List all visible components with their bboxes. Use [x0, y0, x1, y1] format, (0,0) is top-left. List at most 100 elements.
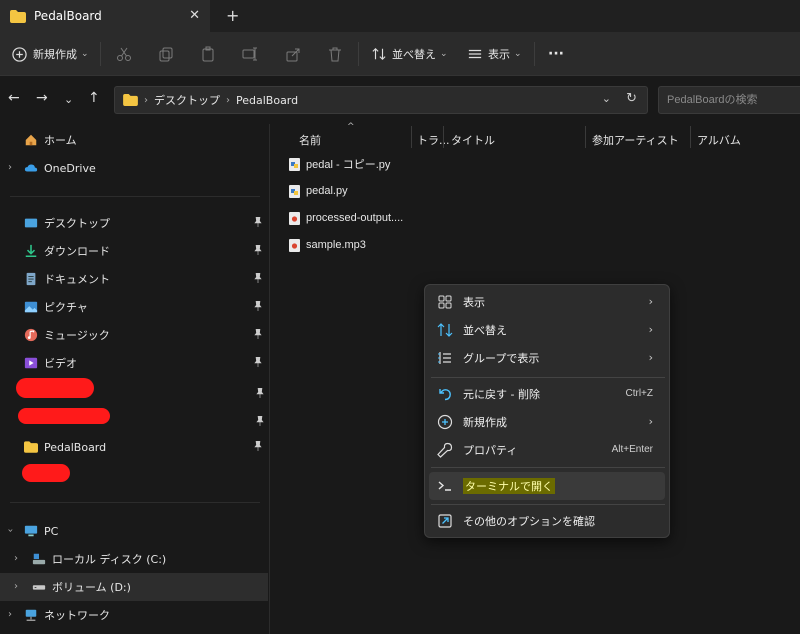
- sidebar-item-home[interactable]: ホーム: [0, 126, 268, 154]
- sidebar-divider: [10, 502, 260, 503]
- clipboard-icon: [202, 46, 214, 62]
- download-icon: [25, 244, 37, 258]
- forward-arrow-icon[interactable]: →: [36, 90, 48, 106]
- menu-item-properties[interactable]: プロパティ Alt+Enter: [429, 436, 665, 464]
- folder-icon: [24, 441, 38, 453]
- column-header-name[interactable]: 名前: [299, 130, 321, 152]
- sort-button[interactable]: 並べ替え ⌄: [372, 32, 448, 76]
- copy-icon: [159, 47, 173, 62]
- chevron-down-icon[interactable]: ›: [5, 529, 16, 533]
- menu-item-group-by[interactable]: グループで表示 ›: [429, 344, 665, 372]
- chevron-right-icon[interactable]: ›: [14, 553, 18, 564]
- menu-item-label: ターミナルで開く: [463, 478, 555, 494]
- menu-item-view[interactable]: 表示 ›: [429, 288, 665, 316]
- sidebar-item-network[interactable]: › ネットワーク: [0, 601, 268, 629]
- pin-icon[interactable]: [254, 217, 262, 227]
- file-name: pedal - コピー.py: [306, 159, 391, 171]
- toolbar-divider: [534, 42, 535, 66]
- sidebar-item-music[interactable]: ミュージック: [0, 321, 268, 349]
- refresh-icon[interactable]: ↻: [626, 91, 637, 106]
- menu-item-show-more-options[interactable]: その他のオプションを確認: [429, 507, 665, 535]
- sidebar-item-onedrive[interactable]: › OneDrive: [0, 154, 268, 182]
- sidebar-item-videos[interactable]: ビデオ: [0, 349, 268, 377]
- sidebar-item-label: OneDrive: [44, 161, 96, 175]
- column-header-album[interactable]: アルバム: [697, 130, 741, 152]
- menu-item-shortcut: Ctrl+Z: [625, 388, 654, 399]
- pin-icon[interactable]: [256, 388, 264, 398]
- cut-button[interactable]: [116, 32, 132, 76]
- sidebar-item-downloads[interactable]: ダウンロード: [0, 237, 268, 265]
- breadcrumb-pedalboard[interactable]: PedalBoard: [236, 94, 298, 107]
- column-header-artist[interactable]: 参加アーティスト: [592, 130, 679, 152]
- share-button[interactable]: [285, 32, 301, 76]
- file-row[interactable]: pedal.py: [289, 179, 348, 203]
- menu-item-undo-delete[interactable]: 元に戻す - 削除 Ctrl+Z: [429, 380, 665, 408]
- terminal-icon: [438, 481, 451, 491]
- view-button-label: 表示: [488, 48, 510, 61]
- sidebar-item-pictures[interactable]: ピクチャ: [0, 293, 268, 321]
- menu-item-shortcut: Alt+Enter: [611, 444, 653, 455]
- sidebar-item-documents[interactable]: ドキュメント: [0, 265, 268, 293]
- menu-item-sort[interactable]: 並べ替え ›: [429, 316, 665, 344]
- copy-button[interactable]: [158, 32, 174, 76]
- new-tab-button[interactable]: +: [226, 6, 239, 25]
- rename-button[interactable]: [242, 32, 258, 76]
- chevron-right-icon[interactable]: ›: [14, 581, 18, 592]
- sidebar-item-desktop[interactable]: デスクトップ: [0, 209, 268, 237]
- paste-button[interactable]: [200, 32, 216, 76]
- column-divider[interactable]: [443, 126, 444, 148]
- pin-icon[interactable]: [254, 301, 262, 311]
- address-dropdown-icon[interactable]: ⌄: [602, 92, 611, 105]
- sidebar-item-pc[interactable]: › PC: [0, 517, 268, 545]
- close-tab-icon[interactable]: ✕: [189, 8, 200, 23]
- pin-icon[interactable]: [254, 273, 262, 283]
- pin-icon[interactable]: [254, 329, 262, 339]
- folder-icon: [10, 9, 26, 23]
- sort-ascending-icon: ^: [347, 122, 355, 132]
- sidebar-item-local-disk-c[interactable]: › ローカル ディスク (C:): [0, 545, 268, 573]
- sidebar-item-volume-d[interactable]: › ボリューム (D:): [0, 573, 268, 601]
- more-options-button[interactable]: ···: [548, 32, 564, 76]
- file-row[interactable]: sample.mp3: [289, 233, 366, 257]
- sidebar-item-label: PedalBoard: [44, 440, 107, 454]
- pin-icon[interactable]: [254, 357, 262, 367]
- sidebar-item-label: デスクトップ: [44, 217, 110, 230]
- new-button[interactable]: 新規作成 ⌄: [12, 32, 89, 76]
- sidebar-item-pedalboard[interactable]: PedalBoard: [0, 433, 268, 461]
- python-file-icon: [289, 184, 300, 198]
- picture-icon: [24, 301, 38, 313]
- file-row[interactable]: processed-output....: [289, 206, 403, 230]
- column-header-title[interactable]: タイトル: [451, 130, 495, 152]
- menu-item-new[interactable]: 新規作成 ›: [429, 408, 665, 436]
- pin-icon[interactable]: [254, 441, 262, 451]
- file-row[interactable]: pedal - コピー.py: [289, 152, 390, 176]
- address-bar[interactable]: › デスクトップ › PedalBoard ⌄ ↻: [114, 86, 648, 114]
- column-header-track[interactable]: トラ...: [417, 130, 450, 152]
- menu-item-label: 表示: [463, 296, 485, 309]
- breadcrumb-desktop[interactable]: デスクトップ: [154, 92, 220, 108]
- column-divider[interactable]: [411, 126, 412, 148]
- group-list-icon: [438, 352, 451, 364]
- context-menu: 表示 › 並べ替え › グループで表示 › 元に戻す - 削除 Ctrl+Z 新…: [424, 284, 670, 538]
- search-input[interactable]: PedalBoardの検索: [658, 86, 800, 114]
- chevron-down-icon: ⌄: [81, 49, 89, 59]
- recent-chevron-icon[interactable]: ⌄: [64, 93, 73, 106]
- back-arrow-icon[interactable]: ←: [8, 90, 20, 106]
- chevron-right-icon[interactable]: ›: [8, 609, 12, 620]
- share-icon: [286, 48, 300, 62]
- file-name: sample.mp3: [306, 239, 366, 251]
- redacted-sidebar-item: [22, 464, 70, 482]
- up-arrow-icon[interactable]: ↑: [88, 90, 100, 106]
- chevron-right-icon[interactable]: ›: [8, 162, 12, 173]
- view-button[interactable]: 表示 ⌄: [468, 32, 522, 76]
- delete-button[interactable]: [327, 32, 343, 76]
- view-list-icon: [468, 49, 482, 59]
- menu-item-open-in-terminal[interactable]: ターミナルで開く: [429, 472, 665, 500]
- tab-pedalboard[interactable]: PedalBoard ✕: [0, 0, 210, 32]
- pin-icon[interactable]: [254, 245, 262, 255]
- pin-icon[interactable]: [256, 416, 264, 426]
- column-divider[interactable]: [690, 126, 691, 148]
- wrench-icon: [437, 442, 453, 458]
- chevron-down-icon: ⌄: [514, 49, 522, 59]
- column-divider[interactable]: [585, 126, 586, 148]
